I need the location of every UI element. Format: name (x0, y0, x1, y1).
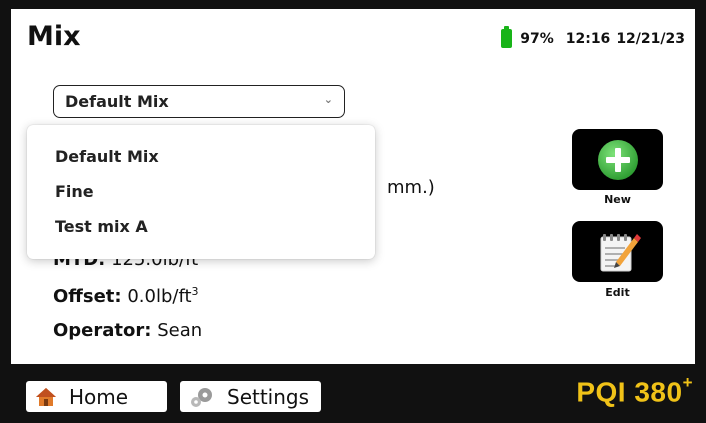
brand-plus: + (682, 373, 693, 392)
new-button[interactable] (572, 129, 663, 190)
brand-name: PQI 380 (576, 376, 683, 408)
house-icon (35, 387, 57, 407)
clock-time: 12:16 (565, 30, 611, 47)
detail-partial-text: mm.) (387, 177, 435, 198)
home-button[interactable]: Home (26, 381, 167, 412)
chevron-down-icon: ⌄ (323, 93, 333, 106)
dropdown-option-fine[interactable]: Fine (55, 182, 94, 201)
clock-date: 12/21/23 (616, 30, 685, 47)
battery-percent: 97% (520, 30, 554, 47)
settings-label: Settings (227, 384, 310, 409)
edit-button[interactable] (572, 221, 663, 282)
plus-circle-icon (597, 139, 638, 180)
dropdown-option-default-mix[interactable]: Default Mix (55, 147, 159, 166)
page-title: Mix (27, 21, 81, 52)
offset-value: 0.0lb/ft (127, 286, 192, 307)
detail-operator: Operator: Sean (53, 320, 202, 341)
offset-label: Offset: (53, 286, 122, 307)
edit-notepad-icon (600, 233, 641, 271)
operator-value: Sean (157, 320, 203, 341)
settings-button[interactable]: Settings (180, 381, 321, 412)
status-bar: 97% 12:16 12/21/23 (501, 26, 685, 48)
offset-unit-exponent: 3 (191, 285, 199, 298)
edit-button-label: Edit (605, 286, 630, 299)
mix-dropdown-menu: Default Mix Fine Test mix A (27, 125, 375, 259)
bottom-toolbar: Home Settings PQI 380+ (0, 364, 706, 423)
mix-select-value: Default Mix (65, 92, 169, 111)
operator-label: Operator: (53, 320, 152, 341)
home-label: Home (69, 384, 129, 409)
mix-select[interactable]: Default Mix ⌄ (53, 85, 345, 118)
gears-icon (189, 386, 215, 408)
detail-offset: Offset: 0.0lb/ft3 (53, 285, 199, 307)
brand-logo: PQI 380+ (576, 373, 693, 408)
new-button-label: New (604, 193, 631, 206)
mix-screen: Mix 97% 12:16 12/21/23 Default Mix ⌄ mm.… (11, 9, 695, 364)
dropdown-option-test-mix-a[interactable]: Test mix A (55, 217, 148, 236)
battery-icon (501, 26, 513, 48)
